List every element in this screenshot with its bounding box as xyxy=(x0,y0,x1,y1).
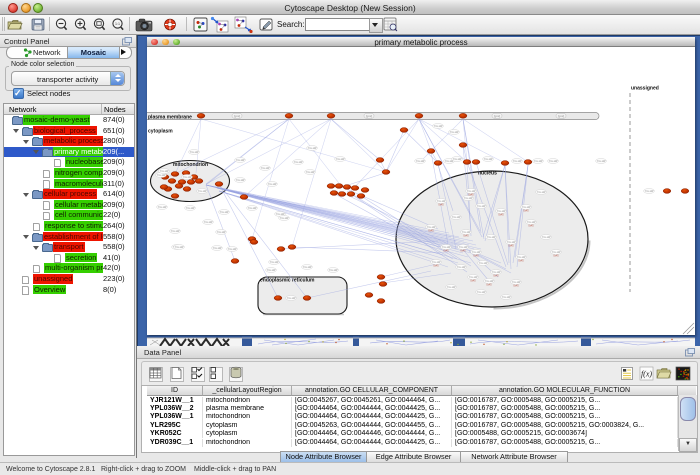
svg-text:Yxx-xW: Yxx-xW xyxy=(453,158,462,161)
svg-text:0x45: 0x45 xyxy=(468,194,474,197)
svg-text:Yxx-xW: Yxx-xW xyxy=(175,246,184,249)
svg-text:Yxx-xW: Yxx-xW xyxy=(157,174,166,177)
svg-text:0x45: 0x45 xyxy=(463,235,469,238)
svg-text:Yxx-xW: Yxx-xW xyxy=(512,281,521,284)
svg-text:0x45: 0x45 xyxy=(470,280,476,283)
svg-text:Yxx-xW: Yxx-xW xyxy=(248,207,257,210)
svg-text:Yxx-xW: Yxx-xW xyxy=(427,226,436,229)
svg-text:0x45: 0x45 xyxy=(523,210,529,213)
svg-text:f(x): f(x) xyxy=(641,370,652,379)
svg-text:Yxx-xW: Yxx-xW xyxy=(447,286,456,289)
svg-text:Yxx-xW: Yxx-xW xyxy=(452,216,461,219)
svg-text:Yxx-xW: Yxx-xW xyxy=(472,251,481,254)
svg-text:Yxx-xW: Yxx-xW xyxy=(280,217,289,220)
svg-text:0x45: 0x45 xyxy=(553,255,559,258)
svg-text:Yxx-xW: Yxx-xW xyxy=(537,191,546,194)
svg-text:Yxx-xW: Yxx-xW xyxy=(190,151,199,154)
svg-text:Yxx-xW: Yxx-xW xyxy=(457,266,466,269)
svg-text:Yxx-xW: Yxx-xW xyxy=(204,221,213,224)
svg-text:Yxx-xW: Yxx-xW xyxy=(464,197,473,200)
svg-text:unassigned: unassigned xyxy=(631,86,659,92)
svg-text:Yxx-xW: Yxx-xW xyxy=(522,206,531,209)
svg-text:Yxx-xW: Yxx-xW xyxy=(485,280,494,283)
svg-text:Yxx-xW: Yxx-xW xyxy=(477,291,486,294)
svg-text:Yxx-xW: Yxx-xW xyxy=(462,231,471,234)
svg-text:[y-x]: [y-x] xyxy=(366,114,372,118)
svg-text:[y-x]: [y-x] xyxy=(234,114,240,118)
svg-text:Yxx-xW: Yxx-xW xyxy=(267,269,276,272)
svg-text:0x45: 0x45 xyxy=(428,230,434,233)
svg-text:Yxx-xW: Yxx-xW xyxy=(507,241,516,244)
svg-text:0x45: 0x45 xyxy=(518,260,524,263)
svg-text:0x45: 0x45 xyxy=(498,214,504,217)
svg-text:0x45: 0x45 xyxy=(438,204,444,207)
svg-text:Yxx-xW: Yxx-xW xyxy=(268,183,277,186)
svg-text:0x45: 0x45 xyxy=(460,250,466,253)
svg-text:endoplasmic reticulum: endoplasmic reticulum xyxy=(260,278,315,284)
svg-text:0x45: 0x45 xyxy=(473,255,479,258)
svg-text:Yxx-xW: Yxx-xW xyxy=(542,236,551,239)
svg-text:0x45: 0x45 xyxy=(433,265,439,268)
svg-text:Yxx-xW: Yxx-xW xyxy=(198,190,207,193)
svg-text:Yxx-xW: Yxx-xW xyxy=(213,247,222,250)
svg-text:0x45: 0x45 xyxy=(528,225,534,228)
svg-text:Yxx-xW: Yxx-xW xyxy=(549,160,558,163)
svg-text:Yxx-xW: Yxx-xW xyxy=(502,296,511,299)
svg-text:Yxx-xW: Yxx-xW xyxy=(416,160,425,163)
svg-text:Yxx-xW: Yxx-xW xyxy=(527,221,536,224)
svg-text:1:1: 1:1 xyxy=(115,22,120,26)
svg-text:Yxx-xW: Yxx-xW xyxy=(220,211,229,214)
svg-text:Yxx-xW: Yxx-xW xyxy=(442,246,451,249)
svg-text:Yxx-xW: Yxx-xW xyxy=(158,206,167,209)
svg-text:Yxx-xW: Yxx-xW xyxy=(645,190,654,193)
svg-text:Yxx-xW: Yxx-xW xyxy=(336,158,345,161)
svg-text:0x45: 0x45 xyxy=(508,245,514,248)
svg-text:Yxx-xW: Yxx-xW xyxy=(597,160,606,163)
svg-text:[y-x]: [y-x] xyxy=(558,114,564,118)
svg-text:Yxx-xW: Yxx-xW xyxy=(306,171,315,174)
svg-text:Yxx-xW: Yxx-xW xyxy=(492,271,501,274)
svg-text:Yxx-xW: Yxx-xW xyxy=(171,230,180,233)
svg-text:Yxx-xW: Yxx-xW xyxy=(270,261,279,264)
svg-text:Yxx-xW: Yxx-xW xyxy=(459,246,468,249)
svg-text:Yxx-xW: Yxx-xW xyxy=(552,251,561,254)
svg-text:nucleus: nucleus xyxy=(478,171,497,177)
svg-text:Yxx-xW: Yxx-xW xyxy=(437,200,446,203)
svg-text:Yxx-xW: Yxx-xW xyxy=(450,131,459,134)
svg-text:Yxx-xW: Yxx-xW xyxy=(497,210,506,213)
svg-text:Yxx-xW: Yxx-xW xyxy=(186,207,195,210)
svg-text:Yxx-xW: Yxx-xW xyxy=(261,167,270,170)
svg-text:Yxx-xW: Yxx-xW xyxy=(236,179,245,182)
svg-text:Yxx-xW: Yxx-xW xyxy=(484,158,493,161)
svg-text:Yxx-xW: Yxx-xW xyxy=(467,190,476,193)
svg-text:[y-x]: [y-x] xyxy=(494,114,500,118)
svg-text:0x45: 0x45 xyxy=(486,284,492,287)
svg-text:Yxx-xW: Yxx-xW xyxy=(228,248,237,251)
svg-text:Yxx-xW: Yxx-xW xyxy=(517,256,526,259)
svg-text:Yxx-xW: Yxx-xW xyxy=(217,231,226,234)
svg-text:cytoplasm: cytoplasm xyxy=(148,129,173,135)
svg-text:Yxx-xW: Yxx-xW xyxy=(477,205,486,208)
svg-text:Yxx-xW: Yxx-xW xyxy=(534,160,543,163)
svg-text:Yxx-xW: Yxx-xW xyxy=(479,262,488,265)
svg-text:Yxx-xW: Yxx-xW xyxy=(303,266,312,269)
svg-text:Yxx-xW: Yxx-xW xyxy=(329,269,338,272)
svg-text:Yxx-xW: Yxx-xW xyxy=(513,160,522,163)
svg-text:Yxx-xW: Yxx-xW xyxy=(432,261,441,264)
svg-text:0x45: 0x45 xyxy=(493,275,499,278)
svg-text:Yxx-xW: Yxx-xW xyxy=(183,176,192,179)
svg-text:Yxx-xW: Yxx-xW xyxy=(160,170,169,173)
svg-text:Yxx-xW: Yxx-xW xyxy=(294,161,303,164)
svg-text:Yxx-xW: Yxx-xW xyxy=(469,276,478,279)
svg-text:Yxx-xW: Yxx-xW xyxy=(308,147,317,150)
svg-text:plasma membrane: plasma membrane xyxy=(148,114,192,120)
svg-text:Yxx-xW: Yxx-xW xyxy=(236,159,245,162)
svg-text:Yxx-xW: Yxx-xW xyxy=(287,297,296,300)
svg-text:0x45: 0x45 xyxy=(513,285,519,288)
svg-text:0x45: 0x45 xyxy=(443,250,449,253)
svg-text:Yxx-xW: Yxx-xW xyxy=(434,125,443,128)
svg-text:Yxx-xW: Yxx-xW xyxy=(487,236,496,239)
